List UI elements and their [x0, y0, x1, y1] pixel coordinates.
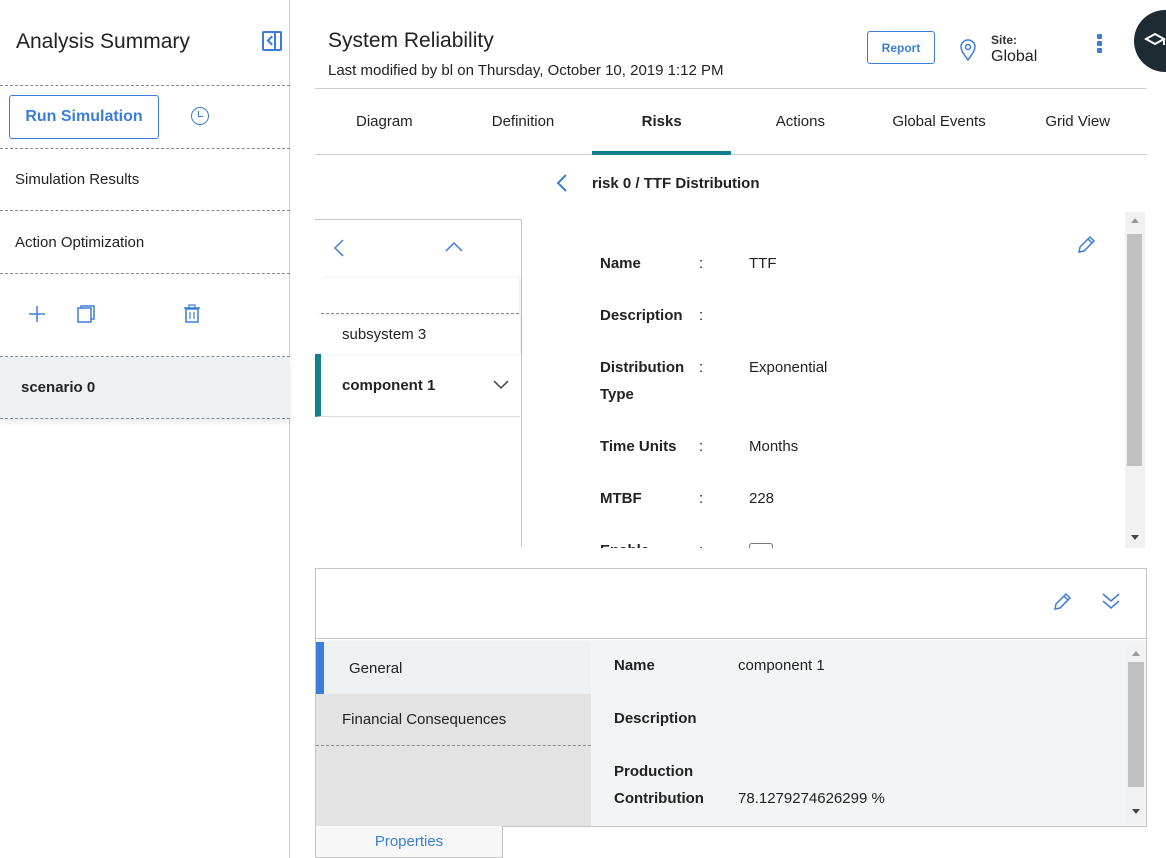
report-button[interactable]: Report [867, 31, 935, 64]
field-separator: : [699, 359, 704, 376]
prop-value-name: component 1 [738, 657, 825, 674]
tree-item-component[interactable]: component 1 [315, 354, 520, 417]
tab-risks[interactable]: Risks [592, 89, 731, 155]
more-options-icon[interactable] [1096, 34, 1104, 54]
tree-item-label: component 1 [342, 376, 436, 394]
field-label-name: Name [600, 255, 641, 272]
location-pin-icon[interactable] [958, 38, 978, 62]
page-title: System Reliability [328, 29, 494, 52]
scroll-down-icon[interactable] [1131, 808, 1141, 816]
sidebar-title: Analysis Summary [16, 30, 190, 53]
nav-empty-area [316, 746, 591, 826]
scroll-thumb[interactable] [1127, 234, 1142, 466]
tree-item-subsystem[interactable]: subsystem 3 [315, 315, 520, 354]
properties-scrollbar[interactable] [1127, 644, 1145, 824]
field-label-description: Description [600, 307, 683, 324]
edit-pencil-icon[interactable] [1052, 592, 1072, 612]
divider [0, 85, 290, 86]
add-icon[interactable] [27, 304, 47, 324]
tab-grid-view[interactable]: Grid View [1008, 89, 1147, 154]
chevron-down-icon[interactable] [493, 380, 509, 390]
sidebar-item-action-optimization[interactable]: Action Optimization [0, 212, 290, 274]
side-panel-toggle-button[interactable] [1134, 10, 1166, 72]
prop-label-description: Description [614, 710, 697, 727]
risk-detail-form: Name : TTF Description : Distribution Ty… [522, 212, 1146, 548]
nav-item-financial-consequences[interactable]: Financial Consequences [316, 694, 591, 746]
prop-label-name: Name [614, 657, 655, 674]
field-value-name: TTF [749, 255, 777, 272]
prop-label-production-contribution: Production Contribution [614, 763, 704, 807]
graduation-cap-icon [1144, 32, 1166, 46]
scroll-up-icon[interactable] [1131, 649, 1141, 657]
field-separator: : [699, 307, 704, 324]
field-label-distribution-type: Distribution Type [600, 359, 685, 403]
enable-checkbox[interactable] [749, 543, 773, 548]
tree-back-icon[interactable] [333, 238, 345, 258]
scenario-item[interactable]: scenario 0 [0, 357, 290, 419]
field-value-time-units: Months [749, 438, 799, 455]
field-separator: : [699, 537, 703, 548]
bottom-tab-strip [503, 826, 1147, 858]
site-label: Site: [991, 33, 1018, 47]
form-scrollbar[interactable] [1125, 212, 1145, 548]
field-label-time-units: Time Units [600, 438, 677, 455]
collapse-double-chevron-icon[interactable] [1101, 592, 1121, 610]
breadcrumb: risk 0 / TTF Distribution [592, 175, 760, 192]
scroll-thumb[interactable] [1128, 662, 1144, 787]
tab-global-events[interactable]: Global Events [870, 89, 1009, 154]
bottom-panel-toolbar [316, 569, 1146, 639]
run-simulation-button[interactable]: Run Simulation [9, 95, 159, 139]
scroll-down-icon[interactable] [1130, 534, 1140, 542]
collapse-sidebar-icon[interactable] [262, 31, 282, 51]
field-separator: : [699, 255, 704, 272]
back-chevron-icon[interactable] [556, 173, 568, 193]
field-value-mtbf: 228 [749, 490, 775, 507]
scroll-up-icon[interactable] [1130, 216, 1140, 224]
field-separator: : [699, 438, 704, 455]
delete-icon[interactable] [182, 304, 202, 324]
site-value[interactable]: Global [991, 48, 1037, 66]
left-sidebar: Analysis Summary Run Simulation Simulati… [0, 0, 290, 858]
edit-pencil-icon[interactable] [1076, 235, 1096, 255]
history-icon[interactable] [191, 107, 209, 125]
prop-value-production-contribution: 78.1279274626299 % [738, 790, 885, 807]
nav-item-general[interactable]: General [316, 642, 591, 694]
field-value-distribution-type: Exponential [749, 359, 828, 376]
scenario-toolbar [0, 274, 290, 357]
field-label-enable: Enable [600, 537, 649, 548]
tab-definition[interactable]: Definition [454, 89, 593, 154]
tab-diagram[interactable]: Diagram [315, 89, 454, 154]
tab-properties[interactable]: Properties [315, 826, 503, 858]
copy-icon[interactable] [76, 304, 96, 324]
tree-up-icon[interactable] [444, 241, 464, 253]
sidebar-item-simulation-results[interactable]: Simulation Results [0, 149, 290, 211]
field-separator: : [699, 490, 704, 507]
field-label-mtbf: MTBF [600, 490, 642, 507]
tree-item-blank [321, 278, 519, 314]
last-modified-text: Last modified by bl on Thursday, October… [328, 62, 724, 79]
tab-actions[interactable]: Actions [731, 89, 870, 154]
tab-bar: Diagram Definition Risks Actions Global … [315, 88, 1147, 155]
